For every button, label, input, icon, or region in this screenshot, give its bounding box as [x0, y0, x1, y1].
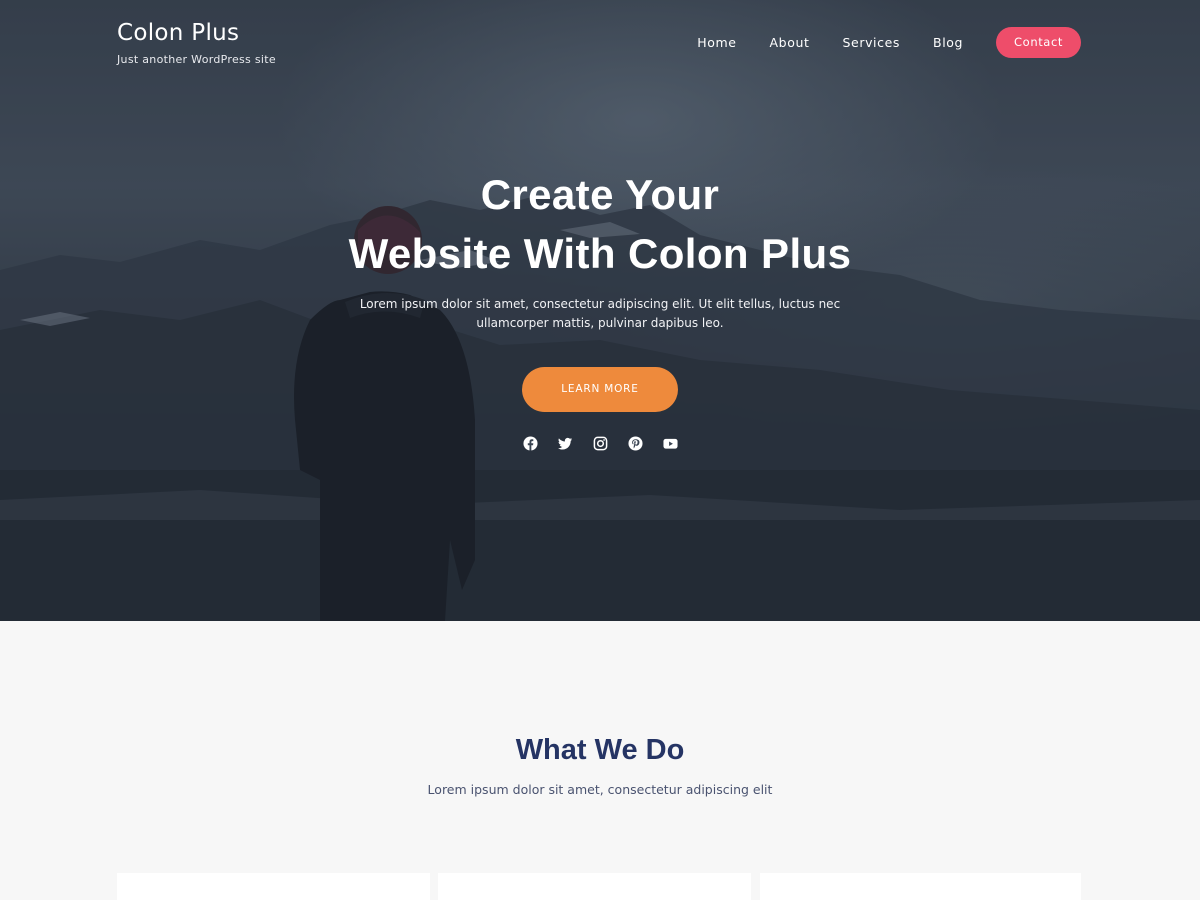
youtube-icon[interactable]	[662, 436, 678, 451]
contact-button[interactable]: Contact	[996, 27, 1081, 58]
instagram-icon[interactable]	[593, 436, 608, 451]
site-tagline: Just another WordPress site	[117, 53, 276, 66]
service-card	[438, 873, 751, 900]
hero-description: Lorem ipsum dolor sit amet, consectetur …	[359, 297, 841, 330]
nav-item-blog[interactable]: Blog	[933, 28, 963, 58]
site-branding: Colon Plus Just another WordPress site	[117, 18, 276, 66]
learn-more-button[interactable]: LEARN MORE	[522, 367, 678, 412]
hero-content: Create Your Website With Colon Plus Lore…	[0, 165, 1200, 451]
hero-section: Colon Plus Just another WordPress site H…	[0, 0, 1200, 621]
twitter-icon[interactable]	[557, 436, 573, 451]
facebook-icon[interactable]	[522, 436, 538, 451]
hero-title: Create Your Website With Colon Plus	[0, 165, 1200, 283]
social-links	[0, 436, 1200, 451]
nav-item-services[interactable]: Services	[843, 28, 901, 58]
section-title: What We Do	[515, 734, 685, 766]
what-we-do-section: What We Do Lorem ipsum dolor sit amet, c…	[0, 621, 1200, 900]
main-navigation: Home About Services Blog Contact	[697, 27, 1081, 58]
nav-item-about[interactable]: About	[770, 28, 810, 58]
hero-title-line-1: Create Your	[480, 171, 720, 218]
site-title[interactable]: Colon Plus	[117, 18, 276, 48]
service-card	[760, 873, 1081, 900]
hero-title-line-2: Website With Colon Plus	[348, 230, 852, 277]
section-subtitle: Lorem ipsum dolor sit amet, consectetur …	[427, 782, 773, 797]
service-card	[117, 873, 430, 900]
pinterest-icon[interactable]	[627, 436, 643, 451]
nav-item-home[interactable]: Home	[697, 28, 736, 58]
